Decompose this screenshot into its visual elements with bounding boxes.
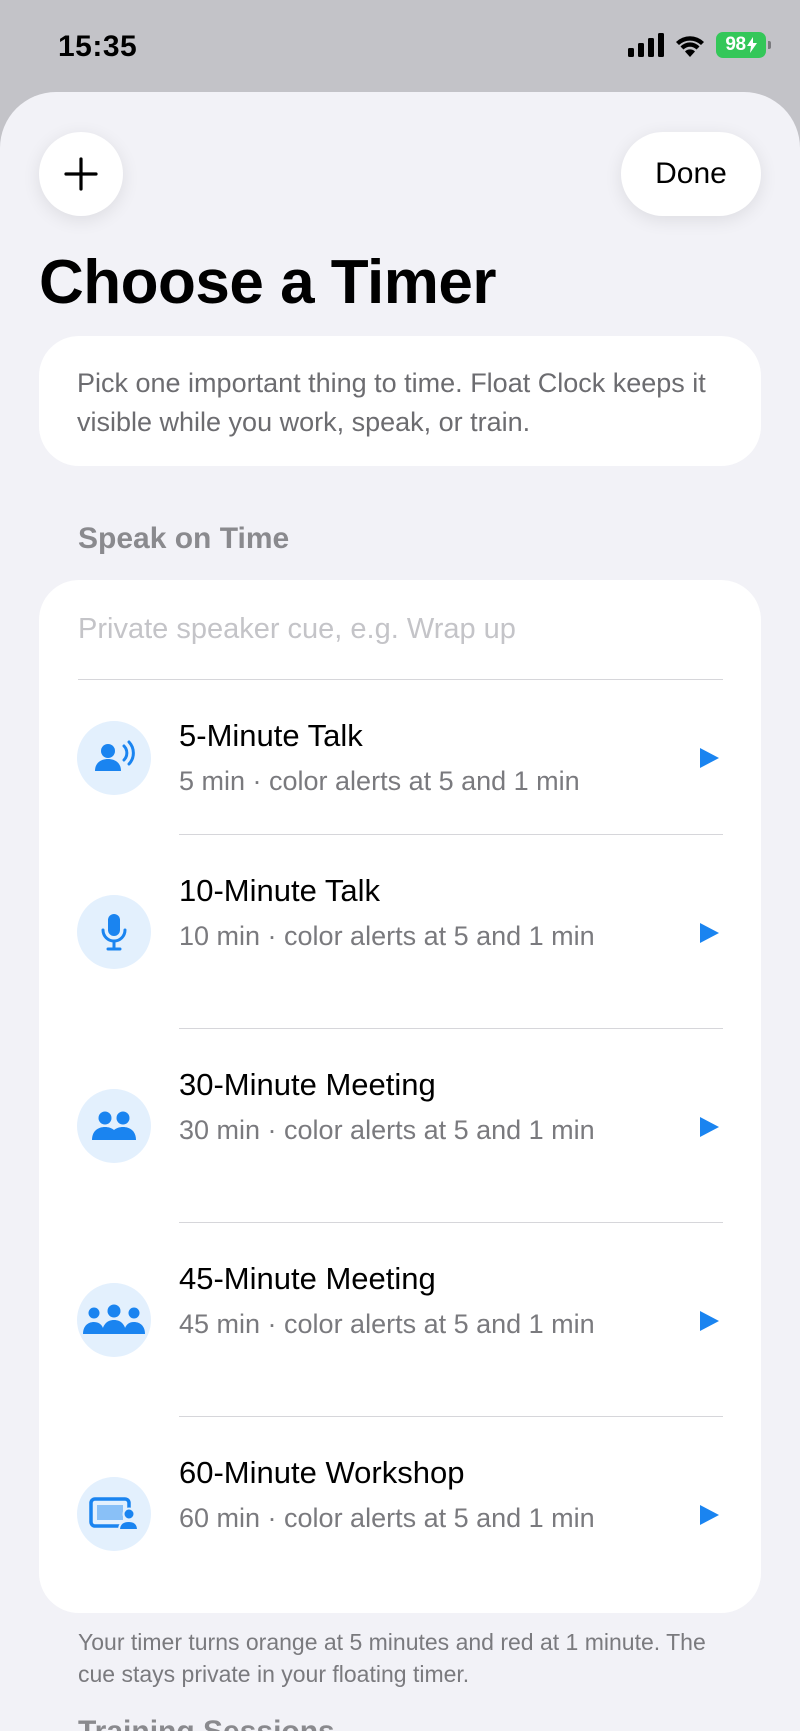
status-icons: 98 bbox=[628, 32, 771, 58]
page-title: Choose a Timer bbox=[39, 248, 497, 317]
two-people-icon bbox=[77, 1089, 151, 1163]
timer-subtitle: 5 min · color alerts at 5 and 1 min bbox=[179, 766, 580, 796]
section-header-training: Training Sessions bbox=[78, 1715, 335, 1731]
charging-bolt-icon bbox=[746, 37, 757, 53]
presentation-icon bbox=[77, 1477, 151, 1551]
timer-title: 5-Minute Talk bbox=[179, 718, 363, 753]
timer-title: 60-Minute Workshop bbox=[179, 1455, 465, 1490]
timer-title: 45-Minute Meeting bbox=[179, 1261, 436, 1296]
add-timer-button[interactable] bbox=[39, 132, 123, 216]
timer-row-30-minute-meeting[interactable]: 30-Minute Meeting 30 min · color alerts … bbox=[39, 1029, 761, 1223]
play-icon[interactable] bbox=[697, 1309, 721, 1333]
battery-level: 98 bbox=[725, 34, 746, 55]
speaker-icon bbox=[77, 721, 151, 795]
play-icon[interactable] bbox=[697, 1115, 721, 1139]
section-footer-note: Your timer turns orange at 5 minutes and… bbox=[78, 1629, 706, 1687]
intro-card: Pick one important thing to time. Float … bbox=[39, 336, 761, 466]
cellular-signal-icon bbox=[628, 33, 664, 57]
timer-row-60-minute-workshop[interactable]: 60-Minute Workshop 60 min · color alerts… bbox=[39, 1417, 761, 1613]
play-icon[interactable] bbox=[697, 1503, 721, 1527]
done-button[interactable]: Done bbox=[621, 132, 761, 216]
timer-subtitle: 10 min · color alerts at 5 and 1 min bbox=[179, 921, 595, 951]
timer-list-card: 5-Minute Talk 5 min · color alerts at 5 … bbox=[39, 580, 761, 1613]
timer-row-5-minute-talk[interactable]: 5-Minute Talk 5 min · color alerts at 5 … bbox=[39, 680, 761, 835]
timer-subtitle: 60 min · color alerts at 5 and 1 min bbox=[179, 1503, 595, 1533]
wifi-icon bbox=[676, 36, 704, 57]
three-people-icon bbox=[77, 1283, 151, 1357]
timer-subtitle: 45 min · color alerts at 5 and 1 min bbox=[179, 1309, 595, 1339]
play-icon[interactable] bbox=[697, 746, 721, 770]
intro-text: Pick one important thing to time. Float … bbox=[77, 368, 706, 437]
plus-icon bbox=[64, 157, 98, 191]
speaker-cue-input[interactable] bbox=[78, 580, 723, 680]
timer-title: 10-Minute Talk bbox=[179, 873, 381, 908]
timer-subtitle: 30 min · color alerts at 5 and 1 min bbox=[179, 1115, 595, 1145]
timer-title: 30-Minute Meeting bbox=[179, 1067, 436, 1102]
timer-sheet: Done Choose a Timer Pick one important t… bbox=[0, 92, 800, 1731]
status-time: 15:35 bbox=[58, 30, 138, 63]
section-header-speak-on-time: Speak on Time bbox=[78, 522, 290, 555]
timer-row-10-minute-talk[interactable]: 10-Minute Talk 10 min · color alerts at … bbox=[39, 835, 761, 1029]
status-bar: 15:35 98 bbox=[0, 0, 800, 92]
play-icon[interactable] bbox=[697, 921, 721, 945]
battery-icon: 98 bbox=[716, 32, 771, 58]
timer-row-45-minute-meeting[interactable]: 45-Minute Meeting 45 min · color alerts … bbox=[39, 1223, 761, 1417]
microphone-icon bbox=[77, 895, 151, 969]
